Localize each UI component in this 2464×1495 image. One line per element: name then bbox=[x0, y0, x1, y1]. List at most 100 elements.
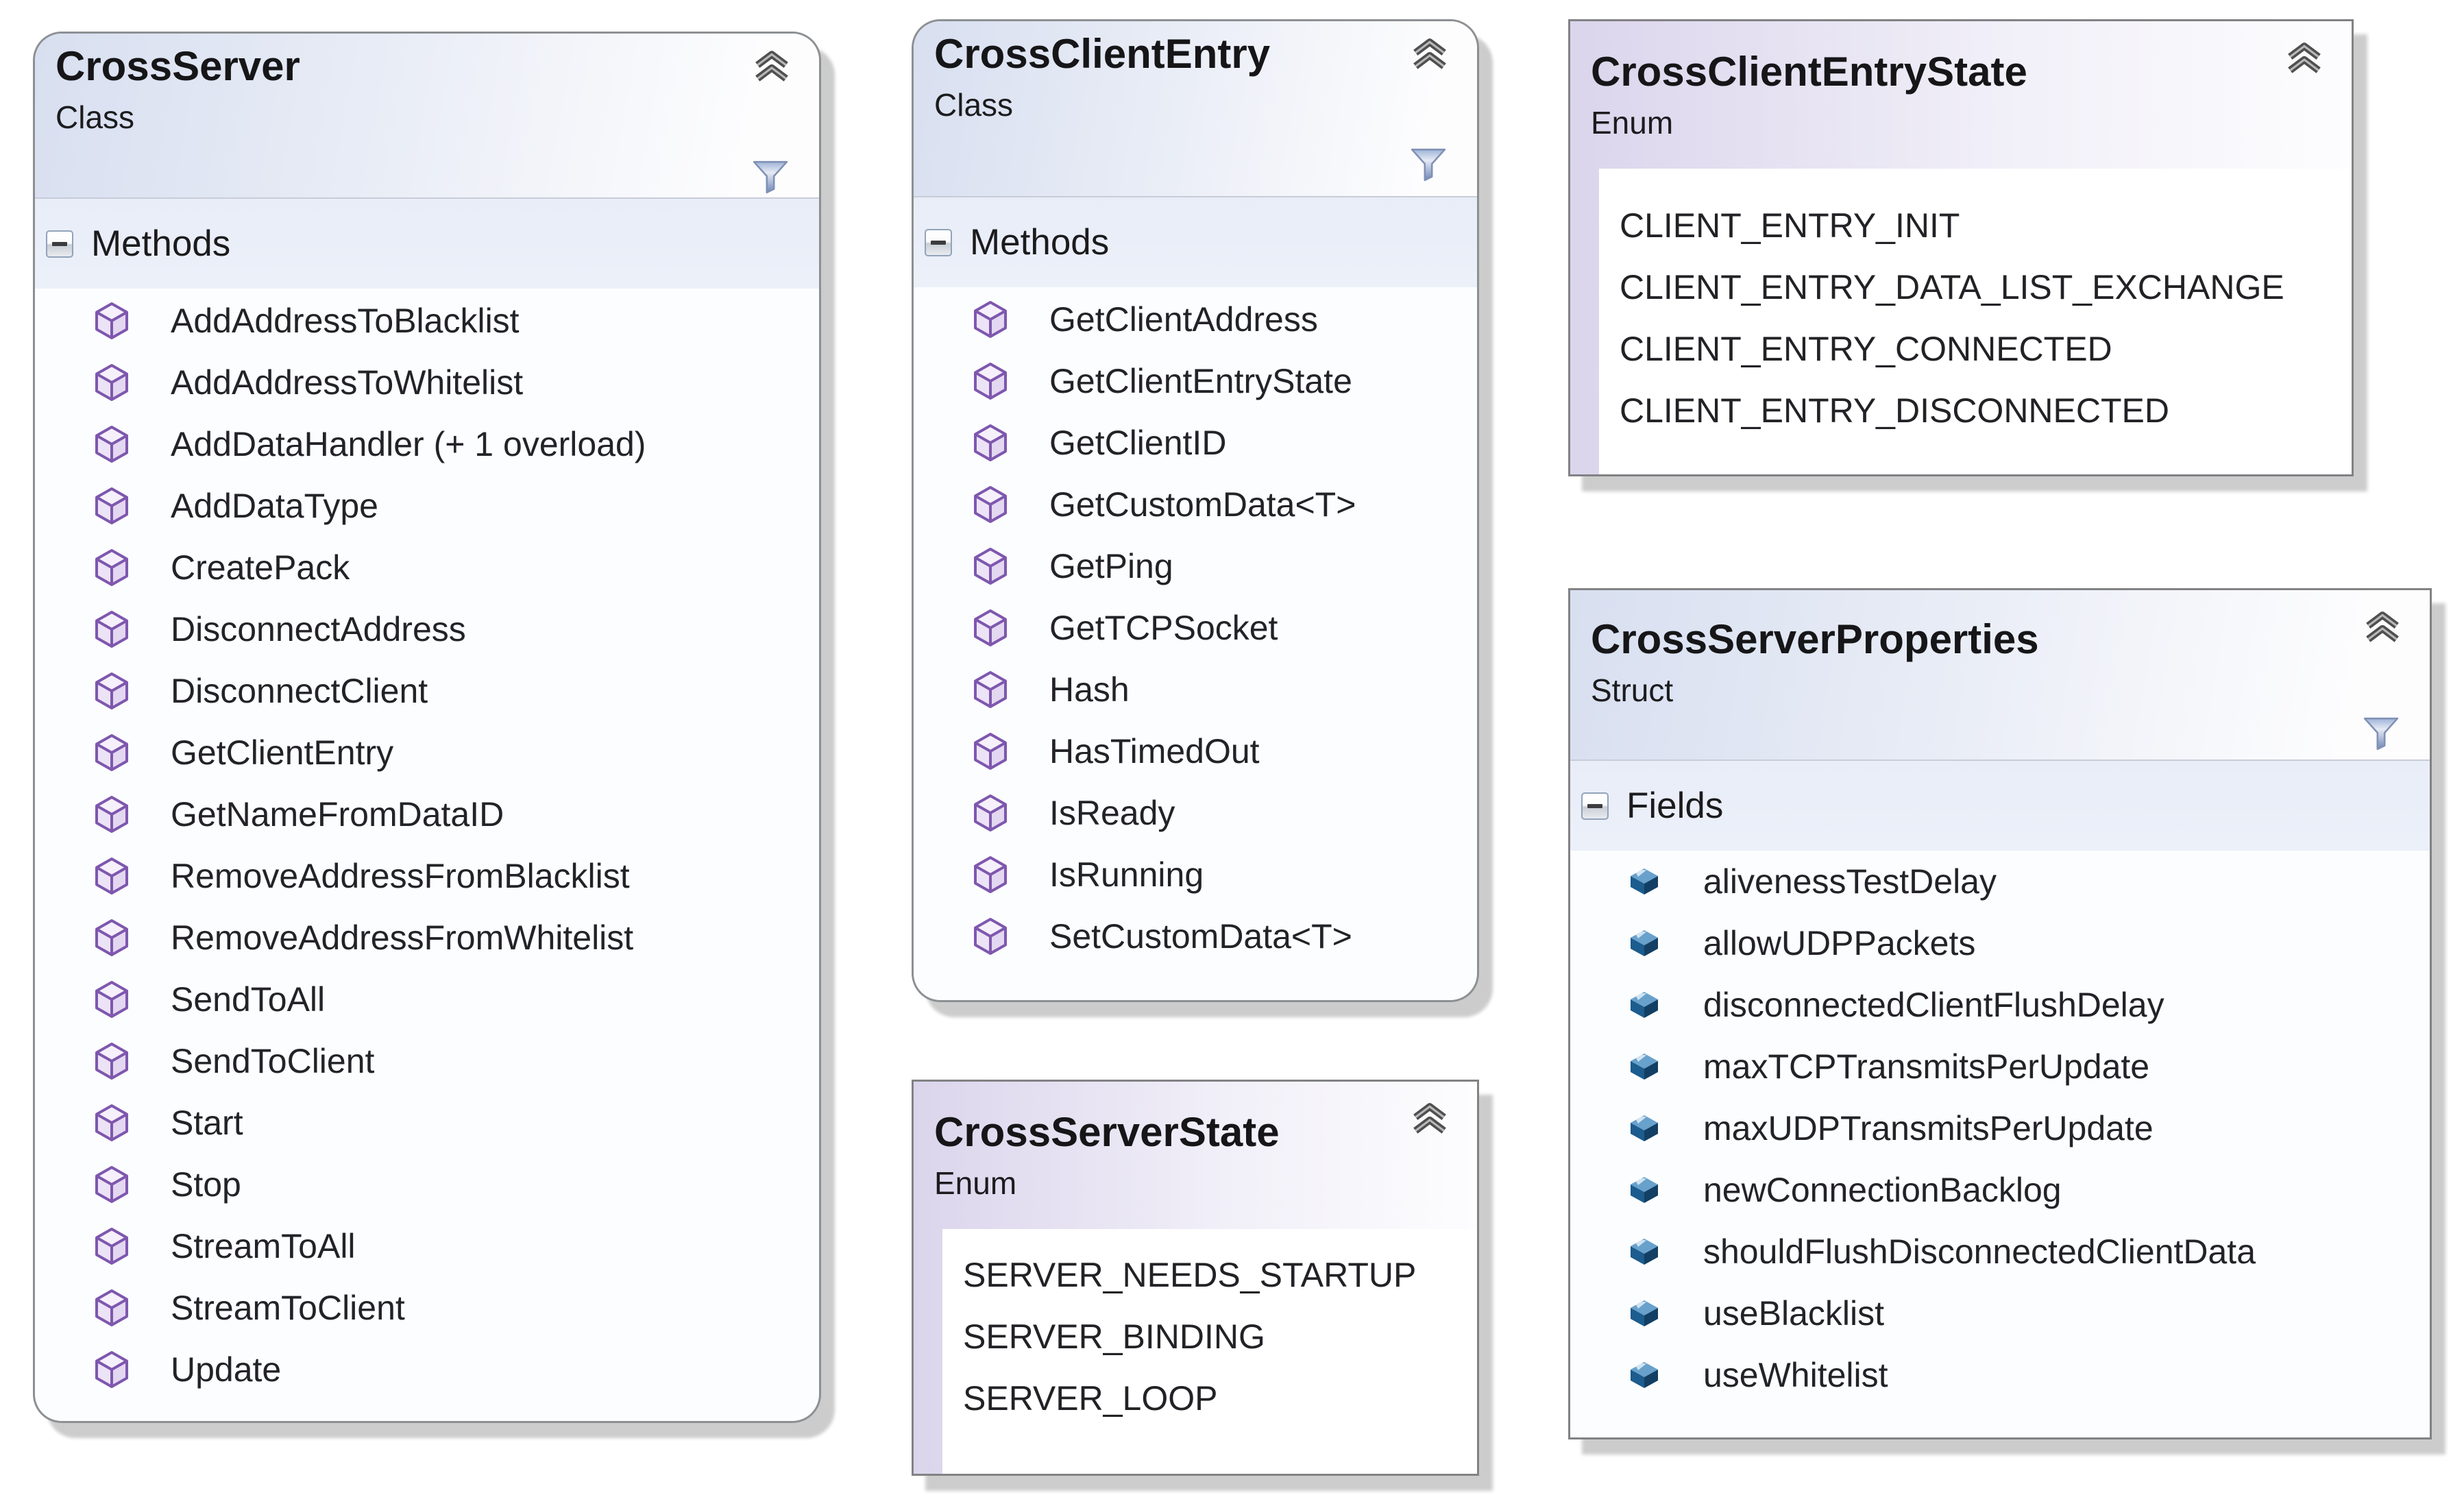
filter-button[interactable] bbox=[2363, 716, 2400, 751]
method-row[interactable]: SetCustomData<T> bbox=[914, 905, 1477, 967]
double-chevron-up-icon bbox=[1410, 1128, 1450, 1139]
enum-value-list: CLIENT_ENTRY_INIT CLIENT_ENTRY_DATA_LIST… bbox=[1599, 169, 2352, 474]
method-name: GetClientAddress bbox=[1049, 300, 1318, 339]
method-row[interactable]: Update bbox=[35, 1339, 819, 1400]
method-row[interactable]: DisconnectAddress bbox=[35, 598, 819, 660]
field-row[interactable]: allowUDPPackets bbox=[1570, 912, 2430, 974]
method-row[interactable]: GetPing bbox=[914, 535, 1477, 597]
method-row[interactable]: GetClientEntryState bbox=[914, 350, 1477, 412]
collapse-button[interactable] bbox=[752, 50, 792, 84]
collapse-button[interactable] bbox=[1410, 1102, 1450, 1137]
enum-value-row[interactable]: CLIENT_ENTRY_INIT bbox=[1599, 195, 2352, 256]
method-row[interactable]: IsReady bbox=[914, 782, 1477, 844]
collapse-section-toggle[interactable] bbox=[925, 229, 952, 256]
method-row[interactable]: SendToAll bbox=[35, 969, 819, 1030]
method-row[interactable]: CreatePack bbox=[35, 537, 819, 598]
method-row[interactable]: Stop bbox=[35, 1154, 819, 1215]
method-row[interactable]: GetClientAddress bbox=[914, 289, 1477, 350]
type-card-cross-server[interactable]: CrossServer Class bbox=[33, 32, 821, 1423]
method-name: GetPing bbox=[1049, 546, 1173, 586]
method-row[interactable]: HasTimedOut bbox=[914, 720, 1477, 782]
method-icon bbox=[973, 917, 1008, 956]
method-icon bbox=[94, 795, 130, 834]
type-title: CrossClientEntry bbox=[934, 32, 1477, 77]
collapse-section-toggle[interactable] bbox=[1581, 792, 1609, 820]
enum-value-row[interactable]: SERVER_BINDING bbox=[942, 1306, 1477, 1368]
method-row[interactable]: AddAddressToBlacklist bbox=[35, 290, 819, 352]
method-row[interactable]: StreamToClient bbox=[35, 1277, 819, 1339]
method-row[interactable]: GetClientID bbox=[914, 412, 1477, 474]
filter-button[interactable] bbox=[752, 159, 789, 195]
method-icon bbox=[94, 487, 130, 525]
method-row[interactable]: AddDataHandler (+ 1 overload) bbox=[35, 413, 819, 475]
method-row[interactable]: SendToClient bbox=[35, 1030, 819, 1092]
method-row[interactable]: RemoveAddressFromWhitelist bbox=[35, 907, 819, 969]
method-row[interactable]: GetCustomData<T> bbox=[914, 474, 1477, 535]
type-card-cross-server-properties[interactable]: CrossServerProperties Struct Fields bbox=[1568, 588, 2432, 1439]
type-title: CrossClientEntryState bbox=[1591, 50, 2352, 95]
field-name: useWhitelist bbox=[1703, 1355, 1888, 1395]
field-row[interactable]: maxTCPTransmitsPerUpdate bbox=[1570, 1036, 2430, 1097]
enum-value-name: SERVER_BINDING bbox=[963, 1317, 1265, 1357]
enum-value-row[interactable]: CLIENT_ENTRY_CONNECTED bbox=[1599, 318, 2352, 380]
field-row[interactable]: useBlacklist bbox=[1570, 1283, 2430, 1344]
collapse-section-toggle[interactable] bbox=[46, 230, 73, 258]
enum-value-row[interactable]: CLIENT_ENTRY_DATA_LIST_EXCHANGE bbox=[1599, 256, 2352, 318]
method-icon bbox=[973, 547, 1008, 585]
method-row[interactable]: DisconnectClient bbox=[35, 660, 819, 722]
method-row[interactable]: Start bbox=[35, 1092, 819, 1154]
method-name: GetTCPSocket bbox=[1049, 608, 1278, 648]
method-icon bbox=[94, 548, 130, 587]
method-name: DisconnectAddress bbox=[171, 609, 466, 649]
method-icon bbox=[94, 1227, 130, 1265]
method-row[interactable]: GetTCPSocket bbox=[914, 597, 1477, 659]
method-name: AddDataHandler (+ 1 overload) bbox=[171, 424, 646, 464]
field-row[interactable]: disconnectedClientFlushDelay bbox=[1570, 974, 2430, 1036]
method-name: GetNameFromDataID bbox=[171, 794, 504, 834]
method-icon bbox=[973, 855, 1008, 894]
method-icon bbox=[94, 857, 130, 895]
method-row[interactable]: GetNameFromDataID bbox=[35, 783, 819, 845]
type-kind-label: Struct bbox=[1591, 673, 2430, 708]
field-name: allowUDPPackets bbox=[1703, 923, 1975, 963]
method-name: Start bbox=[171, 1103, 243, 1143]
collapse-button[interactable] bbox=[1410, 38, 1450, 72]
method-row[interactable]: IsRunning bbox=[914, 844, 1477, 905]
method-list: GetClientAddress GetClientEntryState bbox=[914, 289, 1477, 967]
method-list: AddAddressToBlacklist AddAddressToWhitel… bbox=[35, 290, 819, 1400]
field-row[interactable]: alivenessTestDelay bbox=[1570, 851, 2430, 912]
method-row[interactable]: GetClientEntry bbox=[35, 722, 819, 783]
type-title: CrossServer bbox=[56, 45, 819, 89]
method-row[interactable]: RemoveAddressFromBlacklist bbox=[35, 845, 819, 907]
field-row[interactable]: useWhitelist bbox=[1570, 1344, 2430, 1406]
method-icon bbox=[94, 1165, 130, 1204]
enum-value-row[interactable]: SERVER_LOOP bbox=[942, 1368, 1477, 1429]
collapse-button[interactable] bbox=[2284, 42, 2324, 76]
enum-value-row[interactable]: CLIENT_ENTRY_DISCONNECTED bbox=[1599, 380, 2352, 441]
field-icon bbox=[1629, 929, 1659, 958]
field-row[interactable]: shouldFlushDisconnectedClientData bbox=[1570, 1221, 2430, 1283]
enum-value-row[interactable]: SERVER_NEEDS_STARTUP bbox=[942, 1244, 1477, 1306]
type-card-cross-client-entry-state[interactable]: CrossClientEntryState Enum CLIENT_ENTRY_… bbox=[1568, 19, 2354, 476]
method-name: Update bbox=[171, 1350, 281, 1389]
method-icon bbox=[94, 919, 130, 957]
type-card-cross-client-entry[interactable]: CrossClientEntry Class Methods bbox=[912, 19, 1479, 1002]
enum-value-name: SERVER_NEEDS_STARTUP bbox=[963, 1255, 1416, 1295]
field-row[interactable]: newConnectionBacklog bbox=[1570, 1159, 2430, 1221]
method-row[interactable]: StreamToAll bbox=[35, 1215, 819, 1277]
type-card-cross-server-state[interactable]: CrossServerState Enum SERVER_NEEDS_START… bbox=[912, 1080, 1479, 1476]
method-row[interactable]: Hash bbox=[914, 659, 1477, 720]
section-header-methods: Methods bbox=[914, 196, 1477, 287]
method-icon bbox=[94, 980, 130, 1019]
field-row[interactable]: maxUDPTransmitsPerUpdate bbox=[1570, 1097, 2430, 1159]
class-diagram-canvas: CrossServer Class bbox=[0, 0, 2464, 1495]
filter-button[interactable] bbox=[1410, 147, 1447, 182]
method-row[interactable]: AddAddressToWhitelist bbox=[35, 352, 819, 413]
method-name: CreatePack bbox=[171, 548, 350, 587]
filter-icon bbox=[752, 186, 789, 197]
type-kind-label: Enum bbox=[1591, 106, 2352, 141]
method-name: Hash bbox=[1049, 670, 1130, 709]
collapse-button[interactable] bbox=[2363, 611, 2402, 645]
method-row[interactable]: AddDataType bbox=[35, 475, 819, 537]
method-icon bbox=[973, 424, 1008, 462]
